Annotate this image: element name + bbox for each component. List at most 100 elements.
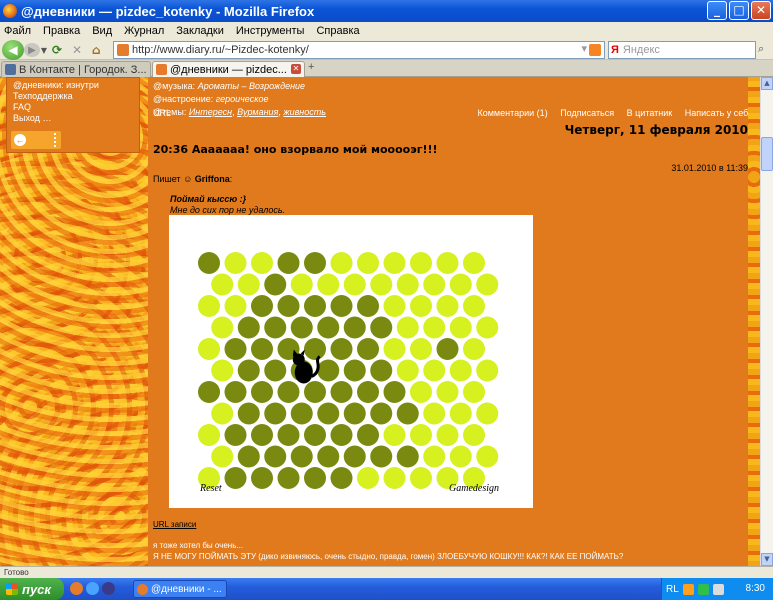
- game-cell[interactable]: [343, 273, 366, 296]
- game-cell[interactable]: [476, 273, 499, 296]
- menu-bookmarks[interactable]: Закладки: [176, 25, 224, 37]
- game-cell[interactable]: [383, 424, 406, 446]
- url-link[interactable]: URL: [153, 108, 171, 118]
- game-cell[interactable]: [423, 402, 446, 425]
- menu-file[interactable]: Файл: [4, 25, 31, 37]
- game-cell[interactable]: [224, 424, 247, 446]
- game-cell[interactable]: [423, 359, 446, 382]
- new-tab-button[interactable]: +: [308, 61, 314, 73]
- game-cell[interactable]: [370, 316, 393, 339]
- author-link[interactable]: Griffona: [195, 174, 230, 184]
- game-cell[interactable]: [383, 295, 406, 317]
- game-reset-button[interactable]: Reset: [200, 483, 222, 494]
- game-cell[interactable]: [224, 252, 247, 274]
- tab-diary[interactable]: @дневники — pizdec... ✕: [152, 61, 305, 77]
- game-cell[interactable]: [251, 252, 273, 274]
- game-cell[interactable]: [317, 316, 340, 339]
- vertical-scrollbar[interactable]: ▲ ▼: [760, 77, 773, 566]
- back-button[interactable]: ◀: [2, 40, 24, 60]
- game-cell[interactable]: [396, 316, 419, 339]
- game-cell[interactable]: [277, 467, 300, 489]
- media-quicklaunch-icon[interactable]: [102, 582, 115, 595]
- game-cell[interactable]: [198, 295, 220, 317]
- comments-link[interactable]: Комментарии (1): [478, 108, 548, 118]
- stop-button[interactable]: ✕: [72, 41, 82, 59]
- game-cell[interactable]: [198, 338, 220, 360]
- game-cell[interactable]: [436, 424, 459, 446]
- game-cell[interactable]: [410, 381, 432, 403]
- game-cell[interactable]: [449, 445, 472, 468]
- forward-button[interactable]: ▶: [24, 43, 40, 57]
- address-text[interactable]: http://www.diary.ru/~Pizdec-kotenky/: [132, 44, 309, 56]
- game-cell[interactable]: [410, 467, 432, 489]
- scroll-down-button[interactable]: ▼: [761, 553, 773, 566]
- reload-button[interactable]: ⟳: [52, 41, 62, 59]
- game-cell[interactable]: [330, 295, 353, 317]
- game-cell[interactable]: [449, 359, 472, 382]
- maximize-button[interactable]: □: [729, 1, 749, 20]
- game-cell[interactable]: [343, 316, 366, 339]
- game-design-link[interactable]: Gamedesign: [449, 483, 499, 494]
- sidebar-item-exit[interactable]: Выход …: [13, 113, 133, 124]
- write-self-link[interactable]: Написать у себя: [685, 108, 753, 118]
- game-cell[interactable]: [304, 295, 326, 317]
- game-cell[interactable]: [423, 316, 446, 339]
- game-cell[interactable]: [343, 359, 366, 382]
- menu-help[interactable]: Справка: [316, 25, 359, 37]
- game-cell[interactable]: [317, 273, 340, 296]
- tray-icon[interactable]: [697, 583, 709, 595]
- game-cell[interactable]: [304, 338, 326, 360]
- game-cell[interactable]: [396, 402, 419, 425]
- game-cell[interactable]: [463, 424, 485, 446]
- game-cell[interactable]: [211, 402, 234, 425]
- game-cell[interactable]: [436, 338, 459, 360]
- language-indicator[interactable]: RL: [666, 584, 679, 595]
- game-board[interactable]: [169, 215, 533, 508]
- game-cell[interactable]: [277, 381, 300, 403]
- game-cell[interactable]: [317, 359, 340, 382]
- game-cell[interactable]: [383, 467, 406, 489]
- game-cell[interactable]: [357, 295, 379, 317]
- game-cell[interactable]: [370, 273, 393, 296]
- game-cell[interactable]: [237, 402, 260, 425]
- game-cell[interactable]: [410, 295, 432, 317]
- game-cell[interactable]: [357, 381, 379, 403]
- game-cell[interactable]: [198, 381, 220, 403]
- sidebar-item-inside[interactable]: @дневники: изнутри: [13, 80, 133, 91]
- game-cell[interactable]: [476, 402, 499, 425]
- start-button[interactable]: пуск: [0, 578, 64, 600]
- game-cell[interactable]: [410, 424, 432, 446]
- volume-icon[interactable]: [712, 583, 724, 595]
- game-cell[interactable]: [264, 316, 287, 339]
- game-cell[interactable]: [198, 424, 220, 446]
- game-cell[interactable]: [396, 445, 419, 468]
- game-cell[interactable]: [330, 467, 353, 489]
- game-cell[interactable]: [211, 273, 234, 296]
- ie-quicklaunch-icon[interactable]: [86, 582, 99, 595]
- catch-the-cat-game[interactable]: Reset Gamedesign: [169, 215, 533, 508]
- game-cell[interactable]: [237, 445, 260, 468]
- home-button[interactable]: ⌂: [92, 41, 101, 59]
- game-cell[interactable]: [237, 316, 260, 339]
- game-cell[interactable]: [304, 252, 326, 274]
- game-cell[interactable]: [251, 467, 273, 489]
- scroll-thumb[interactable]: [761, 137, 773, 171]
- game-cell[interactable]: [476, 316, 499, 339]
- game-cell[interactable]: [436, 381, 459, 403]
- game-cell[interactable]: [211, 316, 234, 339]
- game-cell[interactable]: [330, 252, 353, 274]
- address-bar[interactable]: http://www.diary.ru/~Pizdec-kotenky/ ▾: [113, 41, 605, 59]
- game-cell[interactable]: [330, 424, 353, 446]
- game-cell[interactable]: [449, 316, 472, 339]
- game-cell[interactable]: [317, 402, 340, 425]
- menu-view[interactable]: Вид: [92, 25, 112, 37]
- game-cell[interactable]: [304, 467, 326, 489]
- history-dropdown-button[interactable]: ▼: [40, 41, 48, 59]
- rss-feed-icon[interactable]: [589, 44, 601, 56]
- firefox-quicklaunch-icon[interactable]: [70, 582, 83, 595]
- post-url-link[interactable]: URL записи: [153, 520, 196, 529]
- game-cell[interactable]: [343, 445, 366, 468]
- search-go-icon[interactable]: ⌕: [758, 42, 764, 56]
- game-cell[interactable]: [370, 402, 393, 425]
- game-cell[interactable]: [383, 338, 406, 360]
